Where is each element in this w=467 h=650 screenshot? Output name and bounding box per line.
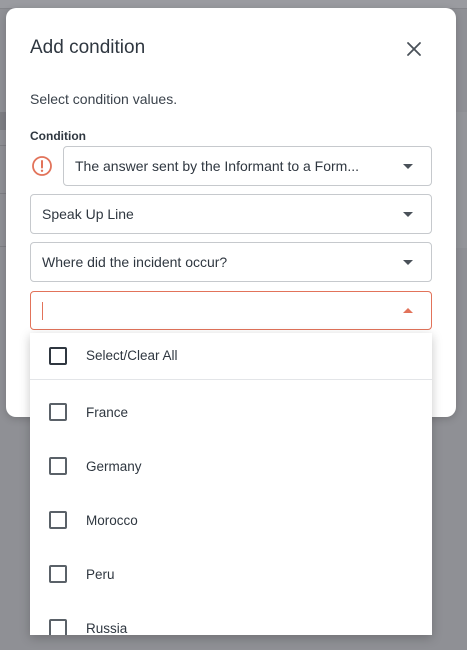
text-cursor (42, 302, 43, 320)
list-item[interactable]: France (30, 389, 432, 443)
option-checkbox[interactable] (49, 619, 67, 635)
channel-select[interactable]: Speak Up Line (30, 194, 432, 234)
option-label: Peru (86, 567, 115, 582)
error-icon (31, 155, 53, 177)
background-side-panel (456, 112, 467, 248)
close-button[interactable] (403, 38, 425, 60)
chevron-up-icon (403, 308, 413, 313)
list-item[interactable]: Peru (30, 551, 432, 605)
select-all-checkbox[interactable] (49, 347, 67, 365)
list-item[interactable]: Morocco (30, 497, 432, 551)
answer-values-dropdown: Select/Clear All France Germany Morocco … (30, 333, 432, 635)
list-item[interactable]: Russia (30, 605, 432, 635)
channel-value: Speak Up Line (42, 206, 134, 222)
chevron-down-icon (403, 164, 413, 169)
condition-type-value: The answer sent by the Informant to a Fo… (75, 158, 360, 174)
chevron-down-icon (403, 260, 413, 265)
condition-type-select[interactable]: The answer sent by the Informant to a Fo… (63, 146, 432, 186)
close-icon (407, 42, 421, 56)
option-label: Germany (86, 459, 142, 474)
question-select[interactable]: Where did the incident occur? (30, 242, 432, 282)
question-value: Where did the incident occur? (42, 254, 228, 270)
option-checkbox[interactable] (49, 511, 67, 529)
option-label: Russia (86, 621, 128, 635)
condition-label: Condition (30, 129, 86, 143)
option-label: France (86, 405, 129, 420)
dialog-title: Add condition (30, 37, 146, 58)
chevron-down-icon (403, 212, 413, 217)
option-label: Morocco (86, 513, 138, 528)
option-checkbox[interactable] (49, 565, 67, 583)
option-checkbox[interactable] (49, 403, 67, 421)
dropdown-divider (30, 379, 432, 380)
select-clear-all-option[interactable]: Select/Clear All (30, 333, 432, 387)
list-item[interactable]: Germany (30, 443, 432, 497)
answer-values-select[interactable] (30, 291, 432, 330)
select-all-label: Select/Clear All (86, 348, 178, 363)
dialog-subtitle: Select condition values. (30, 91, 178, 107)
option-checkbox[interactable] (49, 457, 67, 475)
